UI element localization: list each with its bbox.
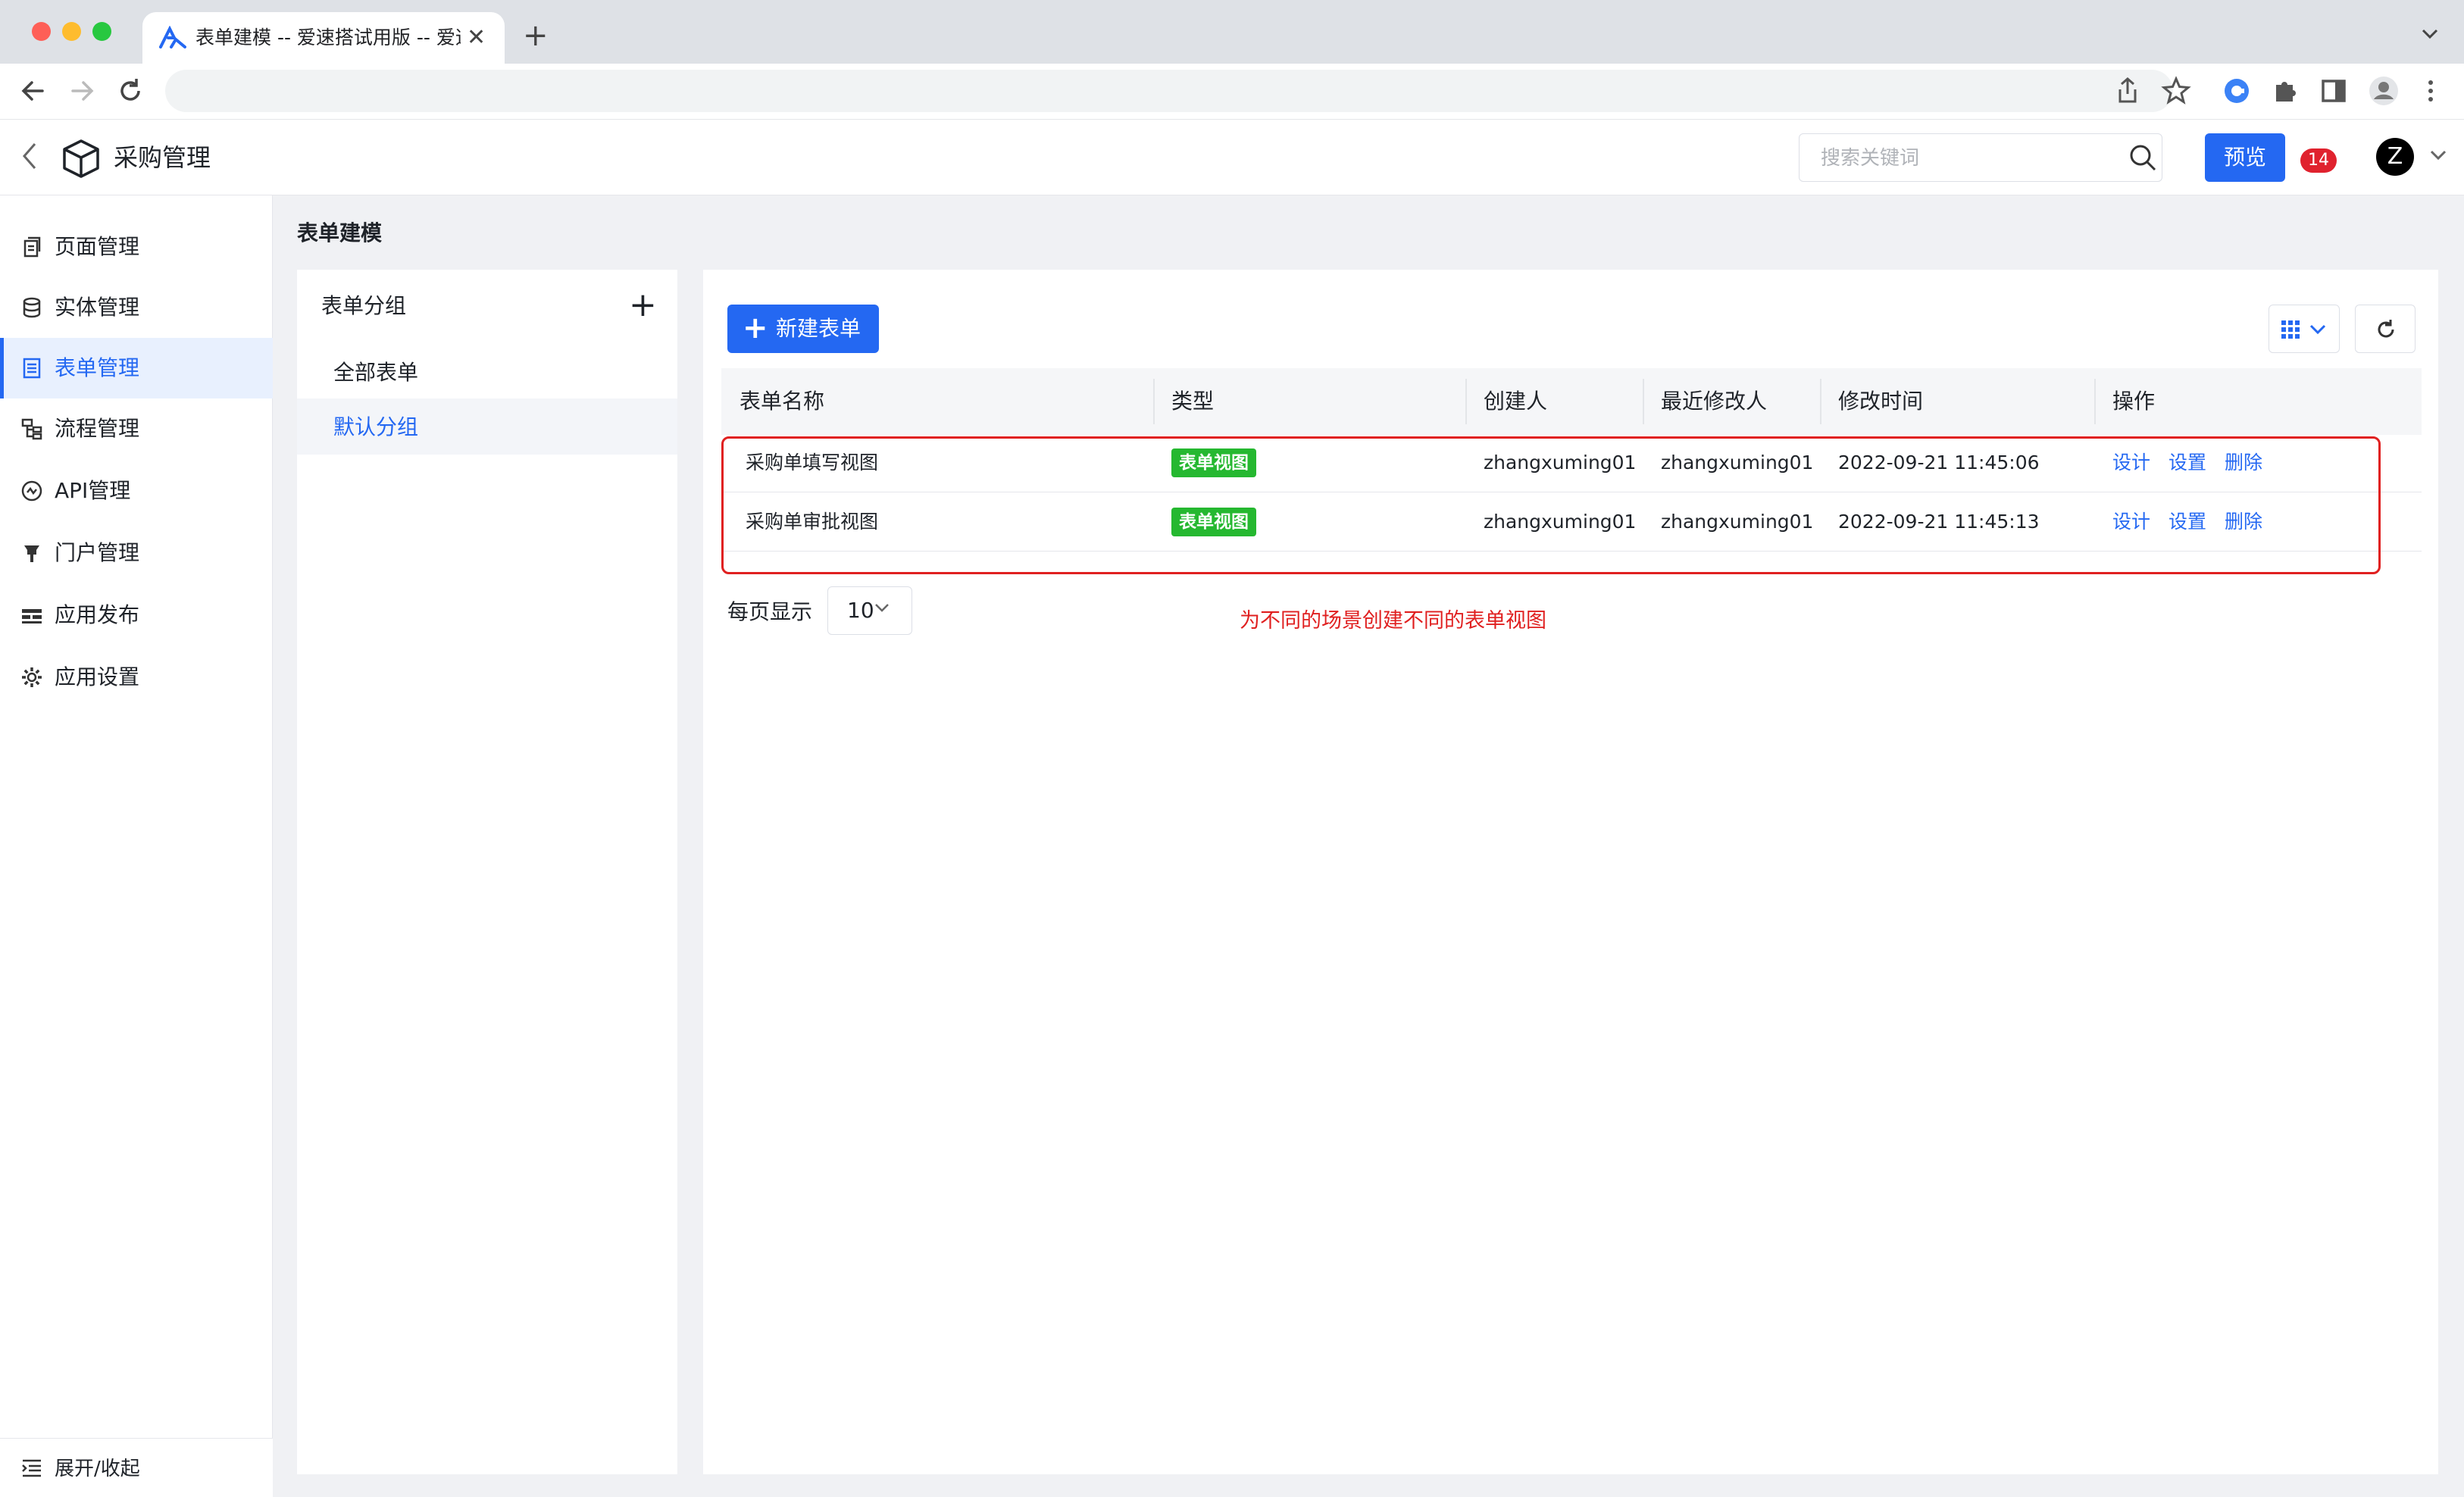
- table-header: [721, 368, 2422, 435]
- sidebar-collapse-toggle[interactable]: 展开/收起: [0, 1438, 273, 1497]
- column-divider: [1643, 379, 1644, 424]
- app-title: 采购管理: [114, 143, 211, 172]
- browser-menu-icon[interactable]: [2422, 76, 2440, 106]
- forward-arrow-icon[interactable]: [67, 76, 97, 106]
- chevron-down-icon: [2309, 324, 2326, 335]
- group-item-label: 全部表单: [333, 360, 419, 385]
- user-menu-chevron-icon[interactable]: [2428, 144, 2449, 165]
- group-item-all[interactable]: 全部表单: [297, 344, 677, 400]
- sidebar-item-label: 门户管理: [55, 540, 140, 565]
- share-icon[interactable]: [2114, 76, 2141, 106]
- sidebar-item-portal[interactable]: 门户管理: [0, 523, 273, 583]
- extension-g-icon[interactable]: [2222, 76, 2252, 106]
- sidebar-item-label: API管理: [55, 478, 131, 503]
- column-header-type[interactable]: 类型: [1171, 368, 1214, 435]
- search-input[interactable]: [1821, 143, 2109, 173]
- collapse-menu-icon: [22, 1459, 41, 1477]
- tab-title: 表单建模 -- 爱速搭试用版 -- 爱速: [195, 27, 461, 48]
- sidebar-item-forms[interactable]: 表单管理: [0, 338, 273, 398]
- sidebar-item-label: 页面管理: [55, 234, 140, 259]
- per-page-value: 10: [847, 598, 874, 623]
- browser-tab[interactable]: 表单建模 -- 爱速搭试用版 -- 爱速 ✕: [142, 12, 505, 64]
- notification-badge[interactable]: 14: [2300, 148, 2337, 173]
- bookmark-star-icon[interactable]: [2161, 76, 2191, 106]
- address-bar[interactable]: [165, 70, 2173, 112]
- aisuda-logo-icon: [159, 26, 186, 48]
- column-header-modifier[interactable]: 最近修改人: [1661, 368, 1767, 435]
- sidebar-item-label: 流程管理: [55, 416, 140, 441]
- flow-icon: [21, 418, 42, 440]
- column-divider: [1820, 379, 1821, 424]
- api-icon: [21, 480, 42, 502]
- back-arrow-icon[interactable]: [18, 76, 48, 106]
- maximize-window-button[interactable]: [92, 22, 111, 41]
- page-title: 表单建模: [297, 220, 383, 245]
- sidebar-item-label: 实体管理: [55, 295, 140, 320]
- refresh-button[interactable]: [2355, 305, 2416, 353]
- sidebar-item-label: 应用发布: [55, 602, 140, 627]
- back-chevron-icon[interactable]: [17, 139, 42, 173]
- profile-icon[interactable]: [2367, 74, 2400, 108]
- sidebar-item-api[interactable]: API管理: [0, 461, 273, 521]
- sidebar-item-entities[interactable]: 实体管理: [0, 277, 273, 338]
- view-mode-dropdown[interactable]: [2269, 305, 2340, 353]
- annotation-note: 为不同的场景创建不同的表单视图: [1240, 609, 1546, 633]
- tab-search-chevron-icon[interactable]: [2419, 23, 2441, 45]
- column-divider: [1465, 379, 1467, 424]
- search-box: [1799, 133, 2162, 182]
- search-icon[interactable]: [2128, 142, 2158, 173]
- column-header-actions: 操作: [2112, 389, 2156, 414]
- column-header-time[interactable]: 修改时间: [1838, 368, 1923, 435]
- publish-icon: [22, 609, 42, 623]
- column-header-creator[interactable]: 创建人: [1484, 368, 1547, 435]
- column-header-name[interactable]: 表单名称: [740, 368, 824, 435]
- user-avatar[interactable]: Z: [2376, 138, 2414, 176]
- database-icon: [23, 297, 41, 318]
- tab-close-icon[interactable]: ✕: [467, 23, 486, 53]
- reload-icon[interactable]: [115, 76, 145, 106]
- sidebar-item-settings[interactable]: 应用设置: [0, 647, 273, 708]
- side-panel-icon[interactable]: [2319, 76, 2349, 106]
- form-icon: [23, 358, 41, 379]
- annotation-highlight-box: [721, 436, 2381, 574]
- refresh-icon: [2378, 320, 2394, 338]
- app-cube-icon: [63, 139, 99, 178]
- extensions-puzzle-icon[interactable]: [2270, 76, 2300, 106]
- sidebar-item-flows[interactable]: 流程管理: [0, 398, 273, 459]
- page-icon: [23, 236, 41, 258]
- column-divider: [2094, 379, 2096, 424]
- sidebar-item-pages[interactable]: 页面管理: [0, 217, 273, 277]
- per-page-label: 每页显示: [727, 599, 813, 624]
- preview-button[interactable]: 预览: [2205, 133, 2285, 182]
- group-panel-title: 表单分组: [321, 293, 407, 318]
- gear-icon: [22, 667, 42, 687]
- group-item-default[interactable]: 默认分组: [297, 398, 677, 455]
- plus-icon: +: [743, 311, 768, 345]
- close-window-button[interactable]: [32, 22, 51, 41]
- portal-icon: [24, 545, 39, 562]
- grid-view-icon: [2281, 320, 2300, 339]
- new-tab-button[interactable]: +: [523, 18, 549, 53]
- chevron-down-icon: [875, 604, 889, 612]
- sidebar-item-publish[interactable]: 应用发布: [0, 585, 273, 645]
- group-item-label: 默认分组: [333, 414, 419, 439]
- sidebar-item-label: 表单管理: [55, 355, 140, 380]
- sidebar-item-label: 应用设置: [55, 664, 140, 689]
- add-group-button[interactable]: +: [629, 286, 657, 324]
- column-divider: [1153, 379, 1155, 424]
- collapse-label: 展开/收起: [55, 1458, 140, 1480]
- minimize-window-button[interactable]: [62, 22, 81, 41]
